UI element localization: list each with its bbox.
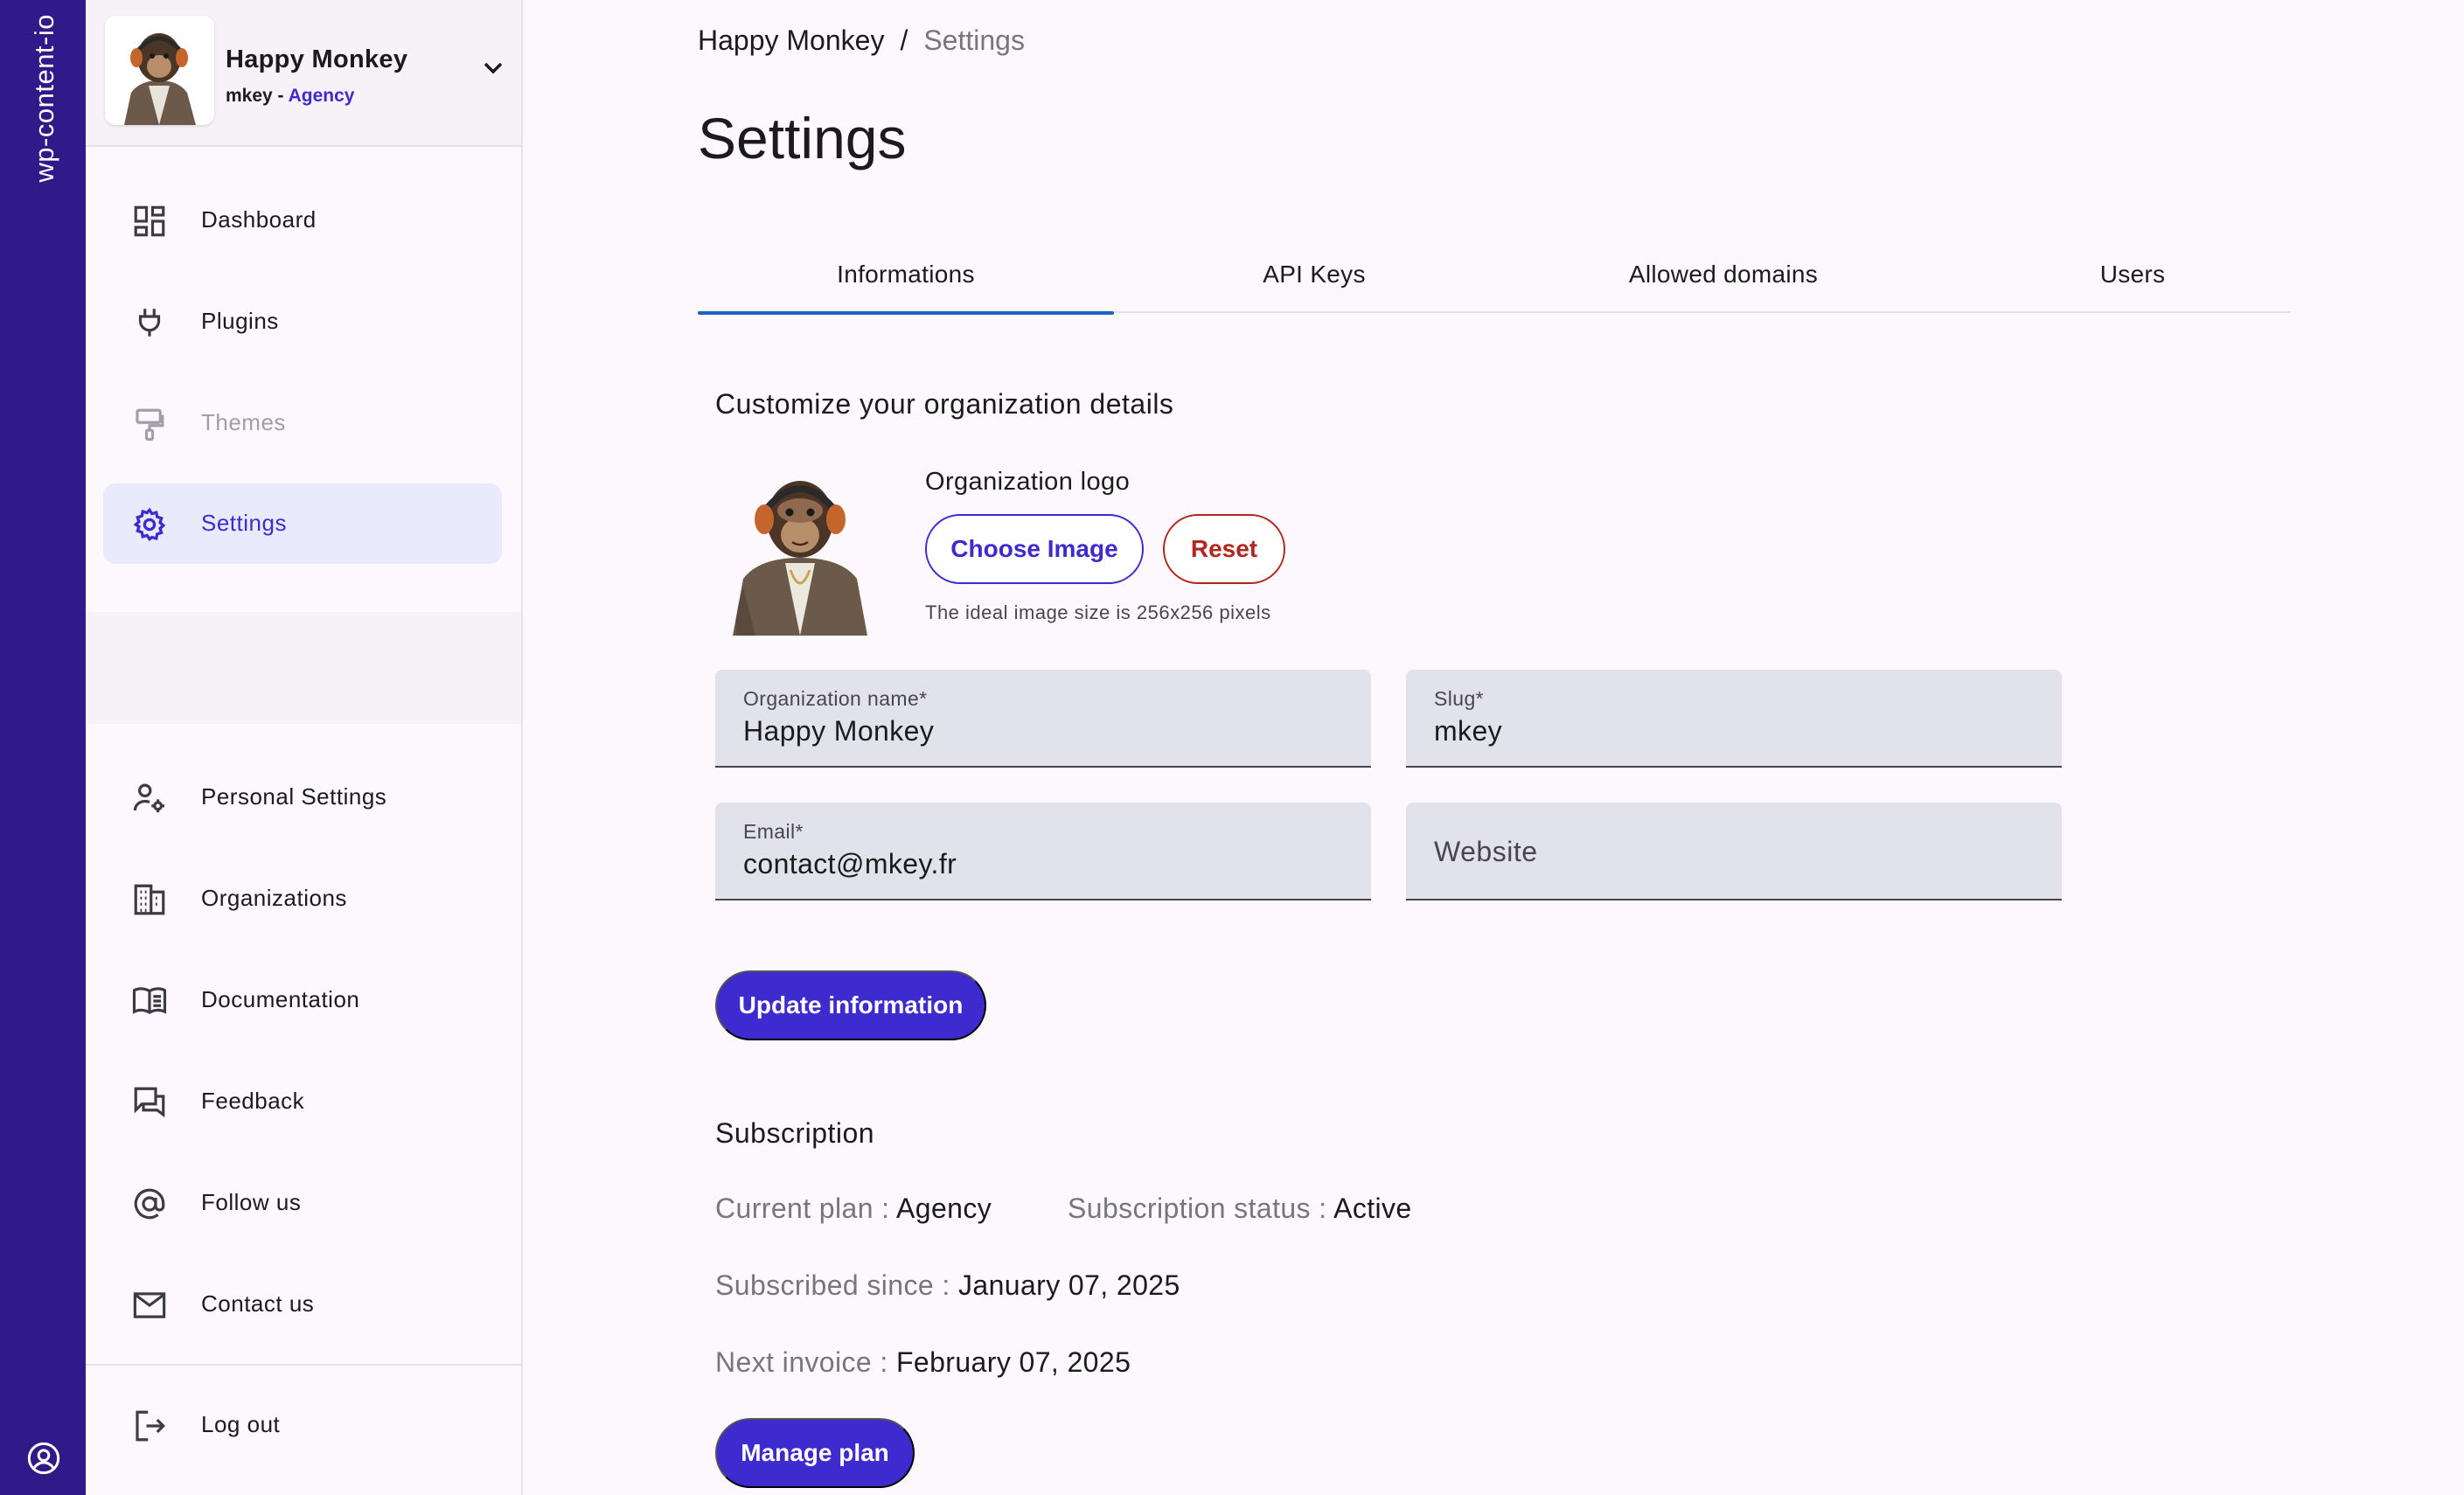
- tab-users[interactable]: Users: [1932, 236, 2333, 313]
- plug-icon: [138, 309, 161, 337]
- tab-informations[interactable]: Informations: [698, 236, 1114, 315]
- sidebar-item-label: Settings: [201, 510, 287, 536]
- email-field[interactable]: Email* contact@mkey.fr: [715, 803, 1371, 900]
- account-circle-icon[interactable]: [26, 1441, 61, 1476]
- slug-label: Slug*: [1434, 687, 1484, 710]
- slug-value: mkey: [1434, 715, 1503, 747]
- logout-icon: [136, 1410, 165, 1442]
- at-sign-icon: [134, 1188, 165, 1220]
- sidebar-item-feedback[interactable]: Feedback: [103, 1061, 502, 1142]
- sidebar-item-dashboard[interactable]: Dashboard: [103, 180, 502, 261]
- subscribed-since: Subscribed since : January 07, 2025: [715, 1269, 1180, 1302]
- sidebar-item-organizations[interactable]: Organizations: [103, 859, 502, 939]
- organization-name-value: Happy Monkey: [743, 715, 935, 747]
- page-title: Settings: [698, 106, 907, 170]
- chat-bubbles-icon: [134, 1087, 165, 1118]
- brand-rail: wp-content-io: [0, 0, 86, 1495]
- org-avatar: [105, 16, 214, 125]
- sidebar-item-label: Log out: [201, 1411, 281, 1437]
- next-invoice: Next invoice : February 07, 2025: [715, 1346, 1131, 1379]
- main-content: Happy Monkey / Settings Settings Informati…: [523, 0, 2464, 1495]
- monkey-logo-image: [733, 481, 867, 636]
- sidebar: Happy Monkey mkey - Agency Dashboard Plu…: [86, 0, 523, 1495]
- settings-tabs: Informations API Keys Allowed domains Us…: [698, 236, 2291, 315]
- reset-logo-button[interactable]: Reset: [1163, 514, 1285, 584]
- sidebar-item-label: Plugins: [201, 308, 279, 334]
- sidebar-spacer: [86, 612, 521, 724]
- email-value: contact@mkey.fr: [743, 848, 957, 880]
- manage-plan-button[interactable]: Manage plan: [715, 1418, 915, 1488]
- brand-name: wp-content-io: [29, 14, 59, 183]
- sidebar-item-personal-settings[interactable]: Personal Settings: [103, 757, 502, 838]
- subscription-status-value: Active: [1333, 1193, 1412, 1224]
- org-switcher[interactable]: Happy Monkey mkey - Agency: [86, 0, 521, 147]
- paint-roller-icon: [136, 408, 164, 442]
- mail-icon: [133, 1292, 166, 1318]
- gear-icon: [133, 507, 166, 542]
- update-information-button[interactable]: Update information: [715, 970, 986, 1040]
- sidebar-item-label: Documentation: [201, 986, 360, 1012]
- sidebar-item-label: Themes: [201, 409, 286, 435]
- organization-logo-label: Organization logo: [925, 468, 1131, 496]
- sidebar-item-contact-us[interactable]: Contact us: [103, 1264, 502, 1345]
- sidebar-item-label: Feedback: [201, 1088, 305, 1114]
- breadcrumb: Happy Monkey / Settings: [698, 24, 1025, 57]
- dashboard-icon: [134, 205, 165, 237]
- sidebar-divider: [86, 1364, 521, 1366]
- organization-name-field[interactable]: Organization name* Happy Monkey: [715, 670, 1371, 768]
- logo-size-hint: The ideal image size is 256x256 pixels: [925, 601, 1271, 623]
- sidebar-item-label: Contact us: [201, 1290, 315, 1317]
- slug-field[interactable]: Slug* mkey: [1406, 670, 2062, 768]
- sidebar-item-log-out[interactable]: Log out: [103, 1385, 502, 1465]
- subscribed-since-label: Subscribed since :: [715, 1269, 958, 1301]
- subscription-status: Subscription status : Active: [1068, 1193, 1412, 1225]
- subscribed-since-value: January 07, 2025: [957, 1269, 1180, 1301]
- current-plan-value: Agency: [896, 1193, 992, 1224]
- book-icon: [132, 987, 167, 1015]
- subscription-status-label: Subscription status :: [1068, 1193, 1334, 1224]
- building-icon: [134, 884, 165, 915]
- tab-api-keys[interactable]: API Keys: [1114, 236, 1514, 313]
- sidebar-item-settings[interactable]: Settings: [103, 483, 502, 564]
- org-slug: mkey: [226, 86, 273, 106]
- org-name: Happy Monkey: [226, 45, 408, 73]
- sidebar-item-documentation[interactable]: Documentation: [103, 960, 502, 1040]
- sidebar-item-label: Personal Settings: [201, 783, 387, 810]
- current-plan-label: Current plan :: [715, 1193, 896, 1224]
- breadcrumb-separator: /: [900, 24, 908, 56]
- user-settings-icon: [133, 783, 164, 813]
- sidebar-item-follow-us[interactable]: Follow us: [103, 1163, 502, 1243]
- sidebar-item-themes: Themes: [103, 383, 502, 463]
- organization-name-label: Organization name*: [743, 687, 928, 710]
- website-placeholder: Website: [1434, 836, 1538, 867]
- chevron-down-icon[interactable]: [481, 59, 505, 77]
- breadcrumb-current: Settings: [923, 24, 1025, 56]
- breadcrumb-org-link[interactable]: Happy Monkey: [698, 24, 884, 56]
- org-subtitle: mkey - Agency: [226, 86, 354, 107]
- details-section-title: Customize your organization details: [715, 388, 1174, 420]
- sidebar-item-label: Organizations: [201, 885, 347, 911]
- next-invoice-value: February 07, 2025: [895, 1346, 1131, 1378]
- org-subtitle-separator: -: [272, 86, 289, 106]
- sidebar-item-label: Follow us: [201, 1189, 302, 1215]
- current-plan: Current plan : Agency: [715, 1193, 992, 1225]
- email-label: Email*: [743, 820, 804, 843]
- subscription-section-title: Subscription: [715, 1117, 875, 1149]
- next-invoice-label: Next invoice :: [715, 1346, 896, 1378]
- website-field[interactable]: Website: [1406, 803, 2062, 900]
- choose-image-button[interactable]: Choose Image: [925, 514, 1144, 584]
- organization-logo-preview: [717, 456, 883, 636]
- monkey-avatar-image: [105, 16, 214, 125]
- org-plan: Agency: [288, 86, 355, 106]
- tab-allowed-domains[interactable]: Allowed domains: [1514, 236, 1932, 313]
- sidebar-item-plugins[interactable]: Plugins: [103, 282, 502, 362]
- sidebar-item-label: Dashboard: [201, 206, 317, 233]
